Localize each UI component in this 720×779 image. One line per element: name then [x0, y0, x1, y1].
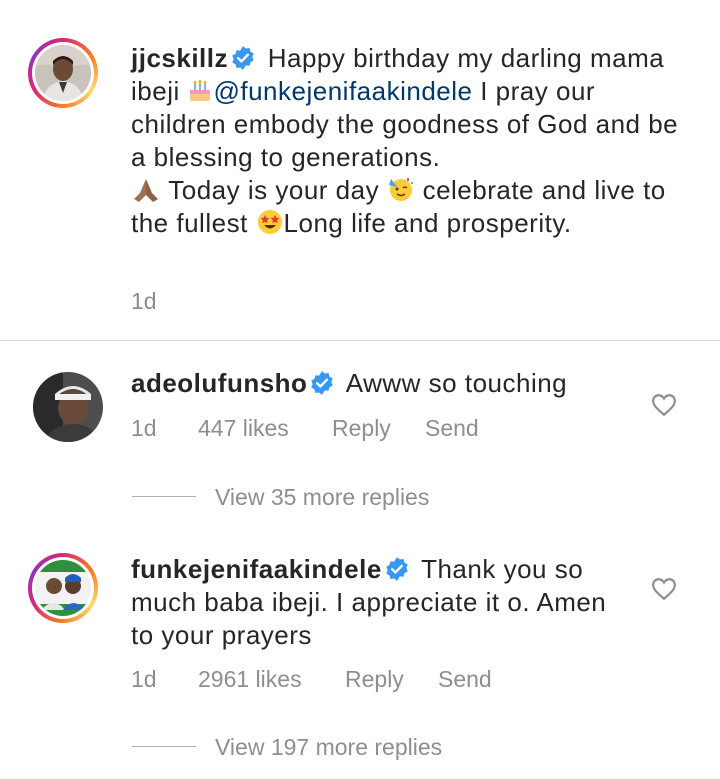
- cake-emoji: [190, 80, 211, 101]
- caption-username[interactable]: jjcskillz: [131, 43, 228, 73]
- comment-2-likes[interactable]: 2961 likes: [198, 665, 302, 693]
- party-face-emoji: [388, 178, 413, 201]
- verified-icon: [311, 371, 334, 395]
- verified-icon: [232, 46, 254, 70]
- comment-1-body: Awww so touching: [345, 368, 568, 398]
- comment-1-username[interactable]: adeolufunsho: [131, 368, 307, 398]
- caption-text-3: Today is your day: [168, 175, 380, 205]
- caption-avatar[interactable]: [28, 38, 98, 108]
- view-replies-line: [132, 746, 196, 747]
- caption-divider: [0, 340, 720, 341]
- comment-2-text: funkejenifaakindele Thank you so much ba…: [131, 553, 631, 652]
- comment-1-likes[interactable]: 447 likes: [198, 414, 289, 442]
- comment-2-reply-button[interactable]: Reply: [345, 665, 404, 693]
- comment-avatar-adeolufunsho[interactable]: [33, 372, 103, 442]
- caption-time: 1d: [131, 288, 157, 314]
- comment-2-time: 1d: [131, 666, 157, 692]
- caption-text-5: Long life and prosperity.: [283, 208, 572, 238]
- comment-1-time: 1d: [131, 415, 157, 441]
- comment-1-view-replies[interactable]: View 35 more replies: [215, 484, 429, 511]
- view-replies-line: [132, 496, 196, 497]
- heart-icon[interactable]: [651, 392, 677, 418]
- comment-2-send-button[interactable]: Send: [438, 665, 492, 693]
- star-struck-emoji: [257, 210, 282, 234]
- comment-2-username[interactable]: funkejenifaakindele: [131, 554, 382, 584]
- caption-text: jjcskillz Happy birthday my darling mama…: [131, 42, 691, 240]
- caption-mention[interactable]: @funkejenifaakindele: [213, 76, 472, 106]
- comment-1-text: adeolufunsho Awww so touching: [131, 367, 631, 400]
- praying-hands-emoji: [134, 179, 158, 202]
- comment-1-reply-button[interactable]: Reply: [332, 414, 391, 442]
- comment-1-send-button[interactable]: Send: [425, 414, 479, 442]
- comment-2-view-replies[interactable]: View 197 more replies: [215, 734, 442, 761]
- heart-icon[interactable]: [651, 576, 677, 602]
- comment-avatar-funkejenifaakindele[interactable]: [28, 553, 98, 623]
- verified-icon: [386, 557, 408, 581]
